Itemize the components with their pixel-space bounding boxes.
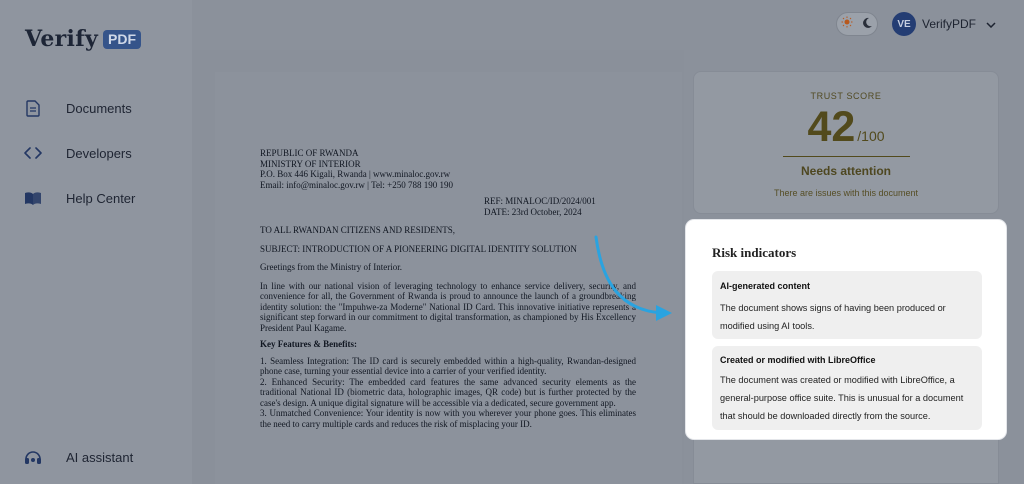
document-ref: REF: MINALOC/ID/2024/001 xyxy=(484,196,596,206)
logo-text: Verify xyxy=(25,26,99,52)
details-card xyxy=(693,436,999,484)
avatar: VE xyxy=(892,12,916,36)
user-menu[interactable]: VE VerifyPDF xyxy=(892,12,996,36)
risk-indicators-panel: Risk indicators AI-generated content The… xyxy=(686,220,1006,439)
document-intro: In line with our national vision of leve… xyxy=(260,280,636,333)
letterhead-line: REPUBLIC OF RWANDA xyxy=(260,148,359,158)
sidebar-item-label: Help Center xyxy=(66,190,136,206)
trust-status: Needs attention xyxy=(800,164,891,178)
document-salutation: TO ALL RWANDAN CITIZENS AND RESIDENTS, xyxy=(260,225,455,235)
document-feature: 3. Unmatched Convenience: Your identity … xyxy=(260,408,636,429)
sidebar-item-label: Documents xyxy=(66,100,132,116)
document-greeting: Greetings from the Ministry of Interior. xyxy=(260,262,402,272)
sidebar-item-developers[interactable]: Developers xyxy=(24,144,132,162)
trust-score-max: /100 xyxy=(857,128,885,144)
user-name: VerifyPDF xyxy=(922,17,977,31)
risk-item[interactable]: Created or modified with LibreOffice The… xyxy=(712,346,982,430)
document-letterhead: REPUBLIC OF RWANDA MINISTRY OF INTERIOR … xyxy=(260,148,636,190)
letterhead-line: MINISTRY OF INTERIOR xyxy=(260,158,361,169)
risk-item[interactable]: AI-generated content The document shows … xyxy=(712,271,982,339)
theme-toggle[interactable] xyxy=(836,12,878,36)
document-feature: 2. Enhanced Security: The embedded card … xyxy=(260,376,636,408)
code-icon xyxy=(24,144,42,162)
sidebar-item-help-center[interactable]: Help Center xyxy=(24,189,135,207)
trust-score-number: 42 xyxy=(807,103,856,151)
trust-score-card: TRUST SCORE 42 /100 Needs attention Ther… xyxy=(693,71,999,214)
risk-item-title: Created or modified with LibreOffice xyxy=(720,355,876,365)
document-icon xyxy=(24,99,42,117)
risk-item-description: The document shows signs of having been … xyxy=(720,303,946,331)
divider xyxy=(782,156,910,157)
document-subject: SUBJECT: INTRODUCTION OF A PIONEERING DI… xyxy=(260,243,577,254)
logo-badge: PDF xyxy=(103,29,142,49)
book-icon xyxy=(24,189,42,207)
sidebar-item-label: Developers xyxy=(66,145,132,161)
app-logo[interactable]: Verify PDF xyxy=(25,26,142,52)
letterhead-line: P.O. Box 446 Kigali, Rwanda | www.minalo… xyxy=(260,169,451,179)
trust-score-value: 42 /100 xyxy=(694,105,998,149)
risk-indicators-heading: Risk indicators xyxy=(712,245,797,260)
sidebar: Verify PDF Documents Developers Help Cen… xyxy=(0,0,192,484)
document-content: REPUBLIC OF RWANDA MINISTRY OF INTERIOR … xyxy=(260,148,636,435)
assistant-icon xyxy=(24,448,42,466)
chevron-down-icon xyxy=(986,15,996,33)
sidebar-item-documents[interactable]: Documents xyxy=(24,99,132,117)
sidebar-item-ai-assistant[interactable]: AI assistant xyxy=(24,448,133,466)
sun-icon xyxy=(841,15,853,33)
document-date: DATE: 23rd October, 2024 xyxy=(484,206,582,217)
letterhead-line: Email: info@minaloc.gov.rw | Tel: +250 7… xyxy=(260,179,454,190)
sidebar-item-label: AI assistant xyxy=(66,449,134,465)
risk-item-description: The document was created or modified wit… xyxy=(720,375,964,421)
moon-icon xyxy=(862,15,873,33)
trust-note: There are issues with this document xyxy=(773,188,919,198)
document-reference: REF: MINALOC/ID/2024/001 DATE: 23rd Octo… xyxy=(484,196,636,217)
risk-item-title: AI-generated content xyxy=(720,281,811,291)
document-feature: 1. Seamless Integration: The ID card is … xyxy=(260,355,636,377)
document-features-title: Key Features & Benefits: xyxy=(260,339,358,349)
highlight-arrow xyxy=(594,235,672,321)
trust-score-title: TRUST SCORE xyxy=(810,91,882,101)
